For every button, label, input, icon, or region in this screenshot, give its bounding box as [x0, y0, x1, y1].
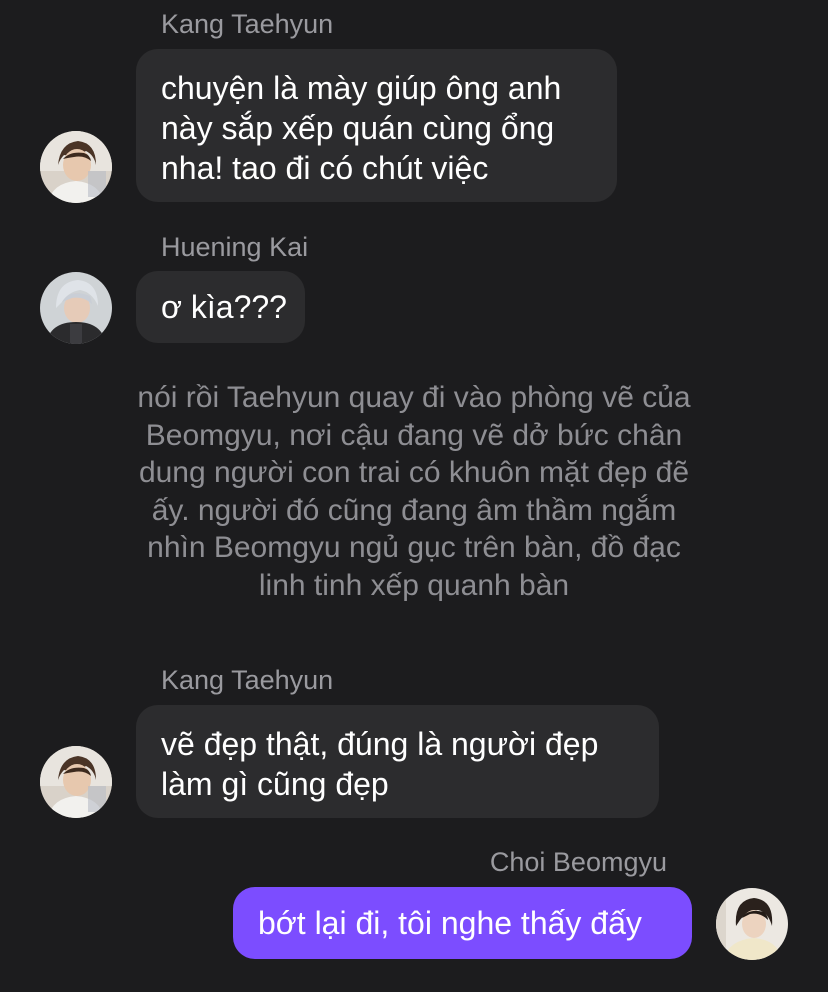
narration-line: ấy. người đó cũng đang âm thầm ngắm: [151, 493, 677, 527]
message-line: nha! tao đi có chút việc: [161, 150, 489, 186]
narration-line: Beomgyu, nơi cậu đang vẽ dở bức chân: [145, 418, 683, 452]
message-line: bớt lại đi, tôi nghe thấy đấy: [258, 905, 642, 941]
narration-line: dung người con trai có khuôn mặt đẹp đẽ: [138, 456, 690, 490]
sender-name: Choi Beomgyu: [489, 847, 667, 877]
narration-block: nói rồi Taehyun quay đi vào phòng vẽ của…: [100, 379, 728, 605]
avatar-huening-kai[interactable]: [40, 272, 112, 344]
narration-line: nói rồi Taehyun quay đi vào phòng vẽ của: [137, 381, 691, 414]
message-line: vẽ đẹp thật, đúng là người đẹp: [161, 726, 599, 762]
sender-name: Huening Kai: [161, 232, 309, 262]
message-bubble-incoming[interactable]: vẽ đẹp thật, đúng là người đẹp làm gì cũ…: [136, 705, 659, 818]
message-line: ơ kìa???: [161, 289, 287, 325]
sender-name: Kang Taehyun: [161, 665, 334, 695]
narration-line: linh tinh xếp quanh bàn: [258, 568, 570, 602]
message-line: này sắp xếp quán cùng ổng: [161, 110, 555, 146]
message-bubble-outgoing[interactable]: bớt lại đi, tôi nghe thấy đấy: [233, 887, 692, 959]
avatar-kang-taehyun[interactable]: [40, 131, 112, 203]
narration-line: nhìn Beomgyu ngủ gục trên bàn, đồ đạc: [147, 531, 681, 565]
message-line: chuyện là mày giúp ông anh: [161, 70, 562, 106]
sender-name: Kang Taehyun: [161, 9, 334, 39]
avatar-kang-taehyun[interactable]: [40, 746, 112, 818]
message-line: làm gì cũng đẹp: [161, 766, 389, 802]
message-bubble-incoming[interactable]: chuyện là mày giúp ông anh này sắp xếp q…: [136, 49, 617, 202]
avatar-choi-beomgyu[interactable]: [716, 888, 788, 960]
message-bubble-incoming[interactable]: ơ kìa???: [136, 271, 305, 343]
chat-screen: { "messages": [ { "sender": "Kang Taehyu…: [0, 0, 828, 992]
